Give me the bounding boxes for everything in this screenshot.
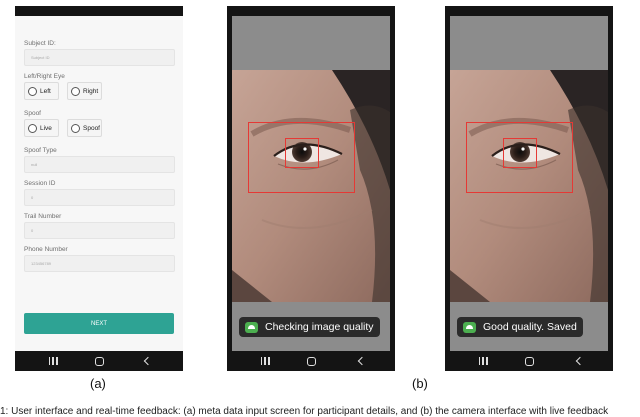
next-button[interactable]: NEXT xyxy=(24,313,174,334)
eye-label: Left/Right Eye xyxy=(24,73,65,80)
toast-text: Checking image quality xyxy=(265,321,374,333)
camera-preview xyxy=(450,70,608,302)
nav-bar xyxy=(15,351,183,371)
home-icon[interactable] xyxy=(518,351,540,371)
eye-left-radio[interactable]: Left xyxy=(24,82,59,100)
spoof-label: Spoof xyxy=(24,110,41,117)
subject-id-input[interactable]: Subject ID xyxy=(24,49,175,66)
iris-detection-box xyxy=(503,138,537,168)
nav-bar xyxy=(445,351,613,371)
eye-right-label: Right xyxy=(83,87,99,95)
toast-saved: Good quality. Saved xyxy=(457,317,583,337)
toast-text: Good quality. Saved xyxy=(483,321,577,333)
radio-circle-icon xyxy=(71,86,80,96)
home-icon[interactable] xyxy=(300,351,322,371)
camera-screen-saved: Good quality. Saved xyxy=(445,6,613,371)
camera-top-bar xyxy=(232,16,390,70)
caption-b: (b) xyxy=(412,376,428,391)
phone-number-label: Phone Number xyxy=(24,246,68,253)
trail-number-label: Trail Number xyxy=(24,213,62,220)
eye-left-label: Left xyxy=(40,87,51,95)
iris-detection-box xyxy=(285,138,319,168)
back-icon[interactable] xyxy=(567,351,589,371)
trail-number-input[interactable]: 0 xyxy=(24,222,175,239)
radio-circle-icon xyxy=(28,86,37,96)
camera-top-bar xyxy=(450,16,608,70)
toast-checking: Checking image quality xyxy=(239,317,380,337)
camera-preview xyxy=(232,70,390,302)
spoof-live-radio[interactable]: Live xyxy=(24,119,59,137)
radio-circle-icon xyxy=(28,123,37,133)
eye-radio-group: Left Right xyxy=(24,82,175,100)
session-id-input[interactable]: 0 xyxy=(24,189,175,206)
form-screen: Subject ID: Subject ID Left/Right Eye Le… xyxy=(15,6,183,371)
android-icon xyxy=(245,321,258,333)
eye-right-radio[interactable]: Right xyxy=(67,82,102,100)
radio-circle-icon xyxy=(71,123,80,133)
back-icon[interactable] xyxy=(135,351,157,371)
figure-caption: 1: User interface and real-time feedback… xyxy=(0,406,609,417)
home-icon[interactable] xyxy=(88,351,110,371)
session-id-label: Session ID xyxy=(24,180,56,187)
spoof-type-input[interactable]: null xyxy=(24,156,175,173)
camera-screen-checking: Checking image quality xyxy=(227,6,395,371)
spoof-radio-group: Live Spoof xyxy=(24,119,175,137)
spoof-type-label: Spoof Type xyxy=(24,147,57,154)
back-icon[interactable] xyxy=(349,351,371,371)
android-icon xyxy=(463,321,476,333)
nav-bar xyxy=(227,351,395,371)
spoof-spoof-radio[interactable]: Spoof xyxy=(67,119,102,137)
spoof-live-label: Live xyxy=(40,124,52,132)
caption-a: (a) xyxy=(90,376,106,391)
spoof-spoof-label: Spoof xyxy=(83,124,100,132)
recents-icon[interactable] xyxy=(254,351,276,371)
phone-number-input[interactable]: 123456789 xyxy=(24,255,175,272)
subject-id-label: Subject ID: xyxy=(24,40,56,47)
metadata-form: Subject ID: Subject ID Left/Right Eye Le… xyxy=(24,38,175,277)
recents-icon[interactable] xyxy=(472,351,494,371)
recents-icon[interactable] xyxy=(42,351,64,371)
status-bar xyxy=(15,6,183,16)
